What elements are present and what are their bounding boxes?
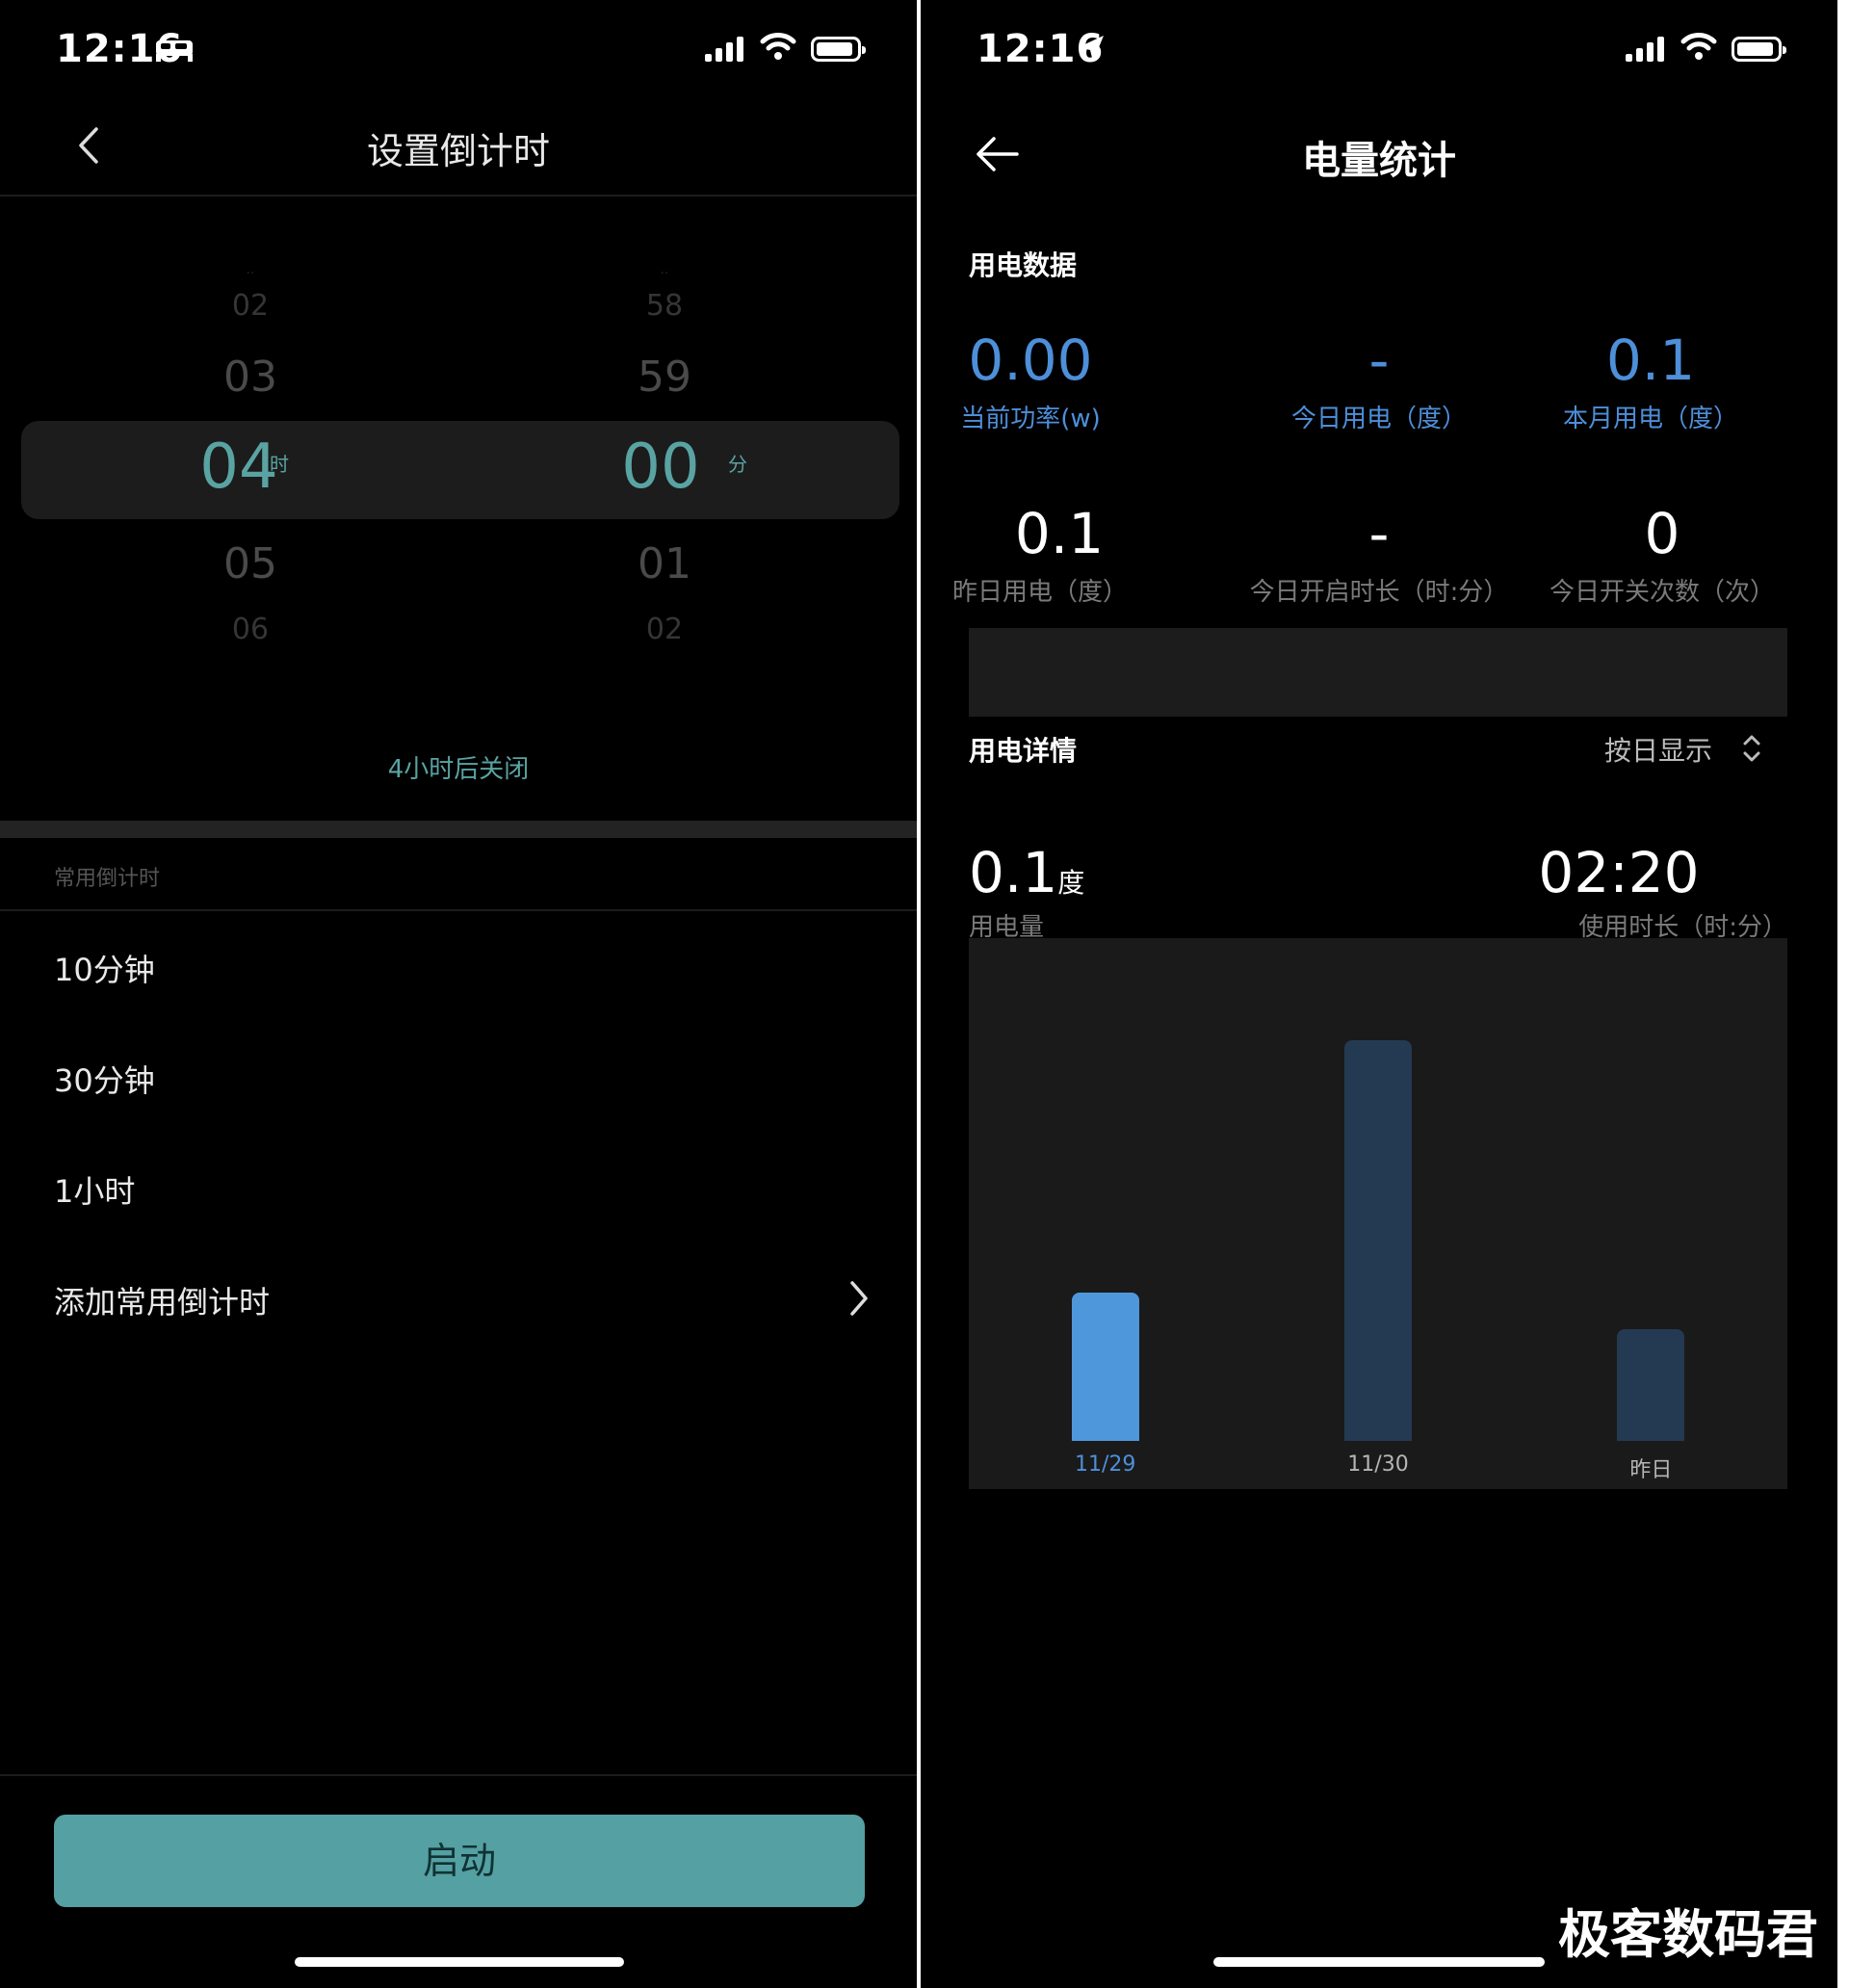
- chart-bar-0[interactable]: [1071, 1293, 1139, 1441]
- hour-option[interactable]: 05: [154, 539, 347, 589]
- signal-icon: [1626, 33, 1668, 62]
- month-energy-label: 本月用电（度）: [1562, 405, 1738, 433]
- minute-option[interactable]: 58: [568, 289, 761, 323]
- bed-icon: [156, 40, 193, 62]
- page-title: 设置倒计时: [366, 130, 550, 172]
- add-preset-item[interactable]: 添加常用倒计时: [54, 1278, 270, 1322]
- today-duration-value: -: [1368, 501, 1390, 566]
- countdown-hint: 4小时后关闭: [387, 755, 530, 784]
- section-separator: [0, 821, 917, 838]
- location-arrow-icon: [1079, 36, 1104, 62]
- signal-icon: [705, 33, 747, 62]
- presets-divider: [0, 909, 917, 911]
- usage-bar-chart: 11/29 11/30 昨日: [969, 938, 1787, 1489]
- minute-unit: 分: [728, 453, 747, 476]
- chart-x-label-2: 昨日: [1629, 1458, 1673, 1482]
- battery-icon: [811, 37, 866, 62]
- yesterday-energy-value: 0.1: [1014, 501, 1105, 566]
- header-divider: [0, 195, 917, 196]
- energy-value: 0.1: [969, 840, 1058, 905]
- banner-placeholder: [969, 628, 1787, 717]
- watermark-text: 极客数码君: [1558, 1904, 1818, 1965]
- minute-option[interactable]: 02: [568, 613, 761, 646]
- wifi-icon: [760, 33, 796, 60]
- hour-option[interactable]: 03: [154, 353, 347, 402]
- energy-unit: 度: [1057, 867, 1085, 899]
- minute-wheel[interactable]: ·· 58 59 00 分 01 02: [568, 260, 761, 674]
- hour-selected[interactable]: 04: [143, 432, 335, 503]
- today-energy-label: 今日用电（度）: [1290, 405, 1467, 433]
- chart-x-label-1: 11/30: [1347, 1452, 1409, 1477]
- today-duration-label: 今日开启时长（时:分）: [1249, 578, 1509, 607]
- current-power-label: 当前功率(w): [960, 405, 1101, 433]
- preset-1hour[interactable]: 1小时: [54, 1167, 135, 1212]
- hour-wheel[interactable]: ·· 02 03 04 时 05 06: [154, 260, 347, 674]
- duration-value: 02:20: [1538, 840, 1700, 905]
- footer-divider: [0, 1774, 917, 1776]
- updown-chevron-icon[interactable]: [1741, 732, 1762, 765]
- display-mode-selector[interactable]: 按日显示: [1604, 730, 1712, 769]
- chevron-right-icon[interactable]: [847, 1279, 871, 1318]
- chart-bar-2[interactable]: [1617, 1328, 1685, 1441]
- today-switch-count-label: 今日开关次数（次）: [1549, 578, 1775, 607]
- hour-unit: 时: [270, 453, 289, 476]
- preset-30min[interactable]: 30分钟: [54, 1057, 155, 1101]
- power-stats-screen: 12:16 电量统计 用电数据 0.00 当前功率(w) - 今日用电（度） 0…: [921, 0, 1837, 1988]
- chart-bar-1[interactable]: [1344, 1040, 1412, 1441]
- minute-option[interactable]: 59: [568, 353, 761, 402]
- home-indicator[interactable]: [295, 1957, 624, 1967]
- preset-10min[interactable]: 10分钟: [54, 946, 155, 990]
- current-power-value: 0.00: [968, 327, 1093, 393]
- usage-section-title: 用电数据: [969, 249, 1078, 281]
- today-switch-count-value: 0: [1644, 501, 1680, 566]
- presets-section-label: 常用倒计时: [54, 867, 161, 891]
- wifi-icon: [1680, 33, 1717, 60]
- battery-icon: [1732, 37, 1786, 62]
- minute-option[interactable]: 01: [568, 539, 761, 589]
- home-indicator[interactable]: [1213, 1957, 1545, 1967]
- hour-option[interactable]: 02: [154, 289, 347, 323]
- today-energy-value: -: [1368, 327, 1390, 393]
- countdown-screen: 12:16 设置倒计时 ·· 02 03 04 时 05 06 ·· 58 59…: [0, 0, 917, 1988]
- energy-summary: 0.1度: [969, 840, 1084, 905]
- detail-section-title: 用电详情: [969, 735, 1078, 767]
- chart-x-label-0: 11/29: [1074, 1452, 1136, 1477]
- page-title: 电量统计: [1302, 139, 1456, 183]
- hour-option[interactable]: 06: [154, 613, 347, 646]
- month-energy-value: 0.1: [1605, 327, 1696, 393]
- yesterday-energy-label: 昨日用电（度）: [951, 578, 1128, 607]
- start-button[interactable]: 启动: [54, 1815, 865, 1907]
